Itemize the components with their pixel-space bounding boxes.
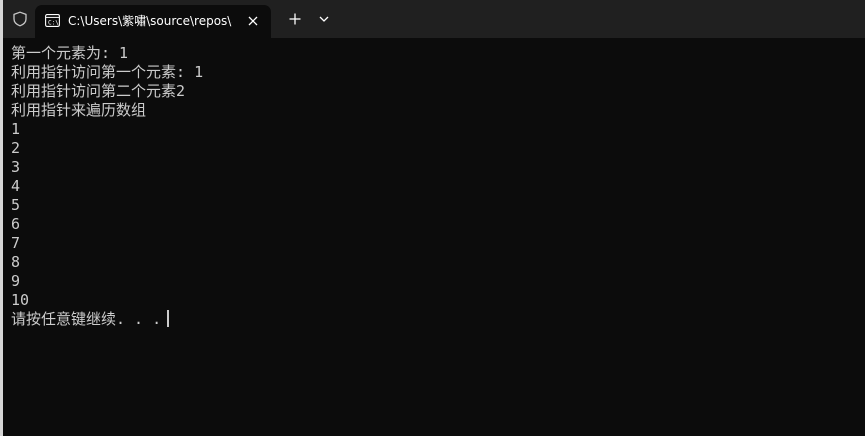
console-line: 4	[11, 177, 21, 195]
console-line: 2	[11, 139, 21, 157]
terminal-icon: C:\	[45, 14, 60, 27]
console-line: 6	[11, 215, 21, 233]
console-line: 3	[11, 158, 21, 176]
console-line: 利用指针访问第二个元素2	[11, 82, 186, 100]
console-line: 1	[11, 120, 21, 138]
console-line: 7	[11, 234, 21, 252]
console-line: 9	[11, 272, 21, 290]
title-bar: C:\ C:\Users\紫嘯\source\repos\看	[3, 0, 865, 38]
chevron-down-icon[interactable]	[317, 12, 331, 26]
text-cursor	[167, 310, 170, 327]
console-line: 10	[11, 291, 30, 309]
plus-icon[interactable]	[287, 11, 303, 27]
continue-prompt: 请按任意键继续. . .	[11, 310, 162, 328]
console-line: 第一个元素为: 1	[11, 44, 129, 62]
console-line: 利用指针访问第一个元素: 1	[11, 63, 204, 81]
shield-icon[interactable]	[12, 11, 28, 27]
terminal-window: C:\ C:\Users\紫嘯\source\repos\看 第一个元素为: 1…	[0, 0, 865, 436]
window-edge	[0, 0, 3, 436]
prompt-line: 请按任意键继续. . .	[11, 310, 861, 329]
console-line: 利用指针来遍历数组	[11, 101, 147, 119]
console-line: 8	[11, 253, 21, 271]
svg-text:C:\: C:\	[48, 20, 59, 27]
console-line: 5	[11, 196, 21, 214]
terminal-tab[interactable]: C:\ C:\Users\紫嘯\source\repos\看	[35, 5, 271, 38]
close-icon[interactable]	[246, 14, 260, 28]
tab-title: C:\Users\紫嘯\source\repos\看	[68, 14, 232, 28]
console-output[interactable]: 第一个元素为: 1 利用指针访问第一个元素: 1 利用指针访问第二个元素2 利用…	[11, 44, 861, 329]
